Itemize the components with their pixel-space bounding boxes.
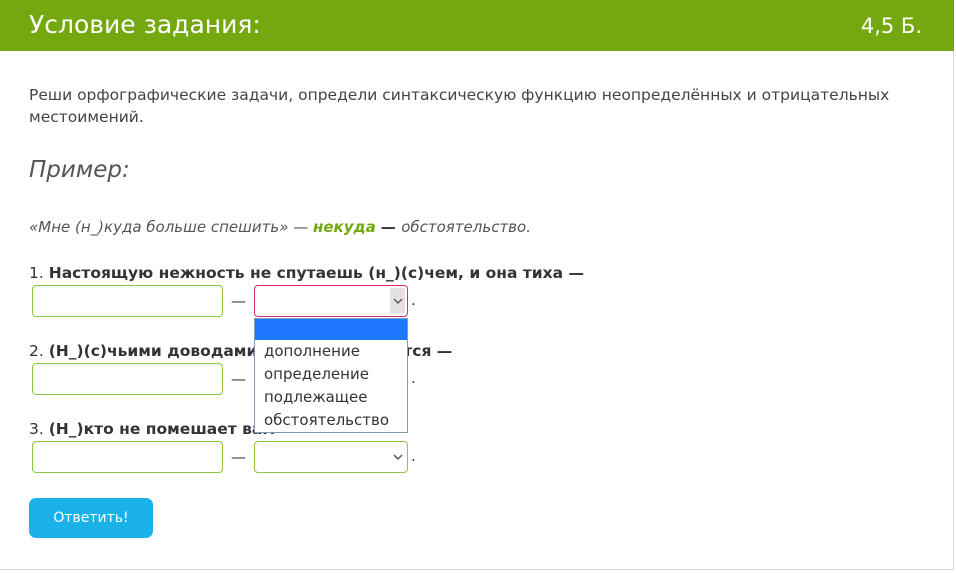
question-2-word-input[interactable]	[32, 363, 223, 395]
question-3-word-input[interactable]	[32, 441, 223, 473]
question-1-word-input[interactable]	[32, 285, 223, 317]
example-sentence: «Мне (н_)куда больше спешить» —	[29, 218, 313, 236]
chevron-down-icon[interactable]	[390, 288, 405, 314]
question-1-text: Настоящую нежность не спутаешь (н_)(с)че…	[48, 264, 584, 282]
question-1-period: .	[411, 291, 416, 309]
question-2-number: 2.	[29, 342, 49, 360]
task-card: Условие задания: 4,5 Б. Реши орфографиче…	[0, 0, 954, 570]
question-1-function-select[interactable]	[254, 285, 408, 317]
task-header: Условие задания: 4,5 Б.	[0, 0, 954, 51]
function-dropdown-list: дополнение определение подлежащее обстоя…	[254, 318, 408, 433]
task-instructions: Реши орфографические задачи, определи си…	[29, 86, 890, 126]
task-points: 4,5 Б.	[860, 14, 922, 38]
question-2-dash: —	[231, 370, 246, 388]
question-3-period: .	[411, 447, 416, 465]
example-function: обстоятельство.	[401, 218, 531, 236]
question-3-number: 3.	[29, 420, 49, 438]
dropdown-option-opredelenie[interactable]: определение	[255, 363, 407, 386]
example-heading: Пример:	[29, 157, 130, 183]
dropdown-option-podlezhashchee[interactable]: подлежащее	[255, 386, 407, 409]
chevron-down-icon[interactable]	[390, 444, 405, 470]
example-dash: —	[375, 218, 402, 236]
question-3-function-select[interactable]	[254, 441, 408, 473]
task-title: Условие задания:	[29, 10, 261, 39]
question-1-label: 1. Настоящую нежность не спутаешь (н_)(с…	[29, 262, 584, 284]
question-1-dash: —	[231, 292, 246, 310]
dropdown-option-dopolnenie[interactable]: дополнение	[255, 340, 407, 363]
example-sentence-line: «Мне (н_)куда больше спешить» — некуда —…	[29, 216, 531, 238]
question-2-period: .	[411, 369, 416, 387]
example-answer-word: некуда	[313, 218, 376, 236]
submit-answer-button[interactable]: Ответить!	[29, 498, 153, 538]
question-3-dash: —	[231, 448, 246, 466]
dropdown-option-obstoyatelstvo[interactable]: обстоятельство	[255, 409, 407, 432]
dropdown-option-empty[interactable]	[255, 319, 407, 340]
question-1-number: 1.	[29, 264, 49, 282]
